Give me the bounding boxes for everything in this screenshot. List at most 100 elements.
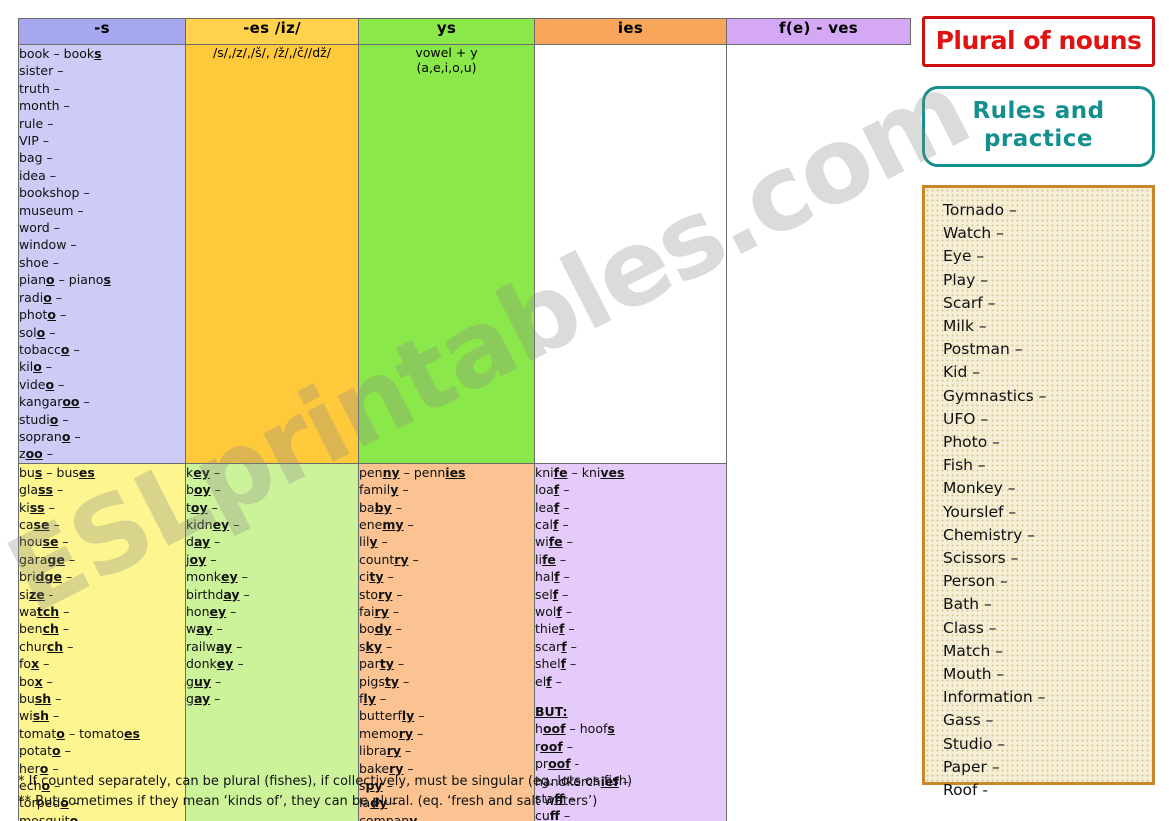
word-item: party –: [359, 656, 405, 672]
word-item: kangaroo –: [19, 394, 90, 410]
word-item: zoo –: [19, 446, 53, 462]
column-body-es: bus – buses glass – kiss – case – house – gar…: [18, 462, 186, 821]
word-item: window –: [19, 237, 77, 253]
word-item: memory –: [359, 725, 424, 741]
word-item: lily –: [359, 534, 388, 550]
word-item: city –: [359, 569, 394, 585]
column-body-ys: key – boy – toy – kidney – day – joy – monkey …: [185, 462, 359, 821]
word-item: house –: [19, 534, 69, 550]
exercise-item[interactable]: Tornado –: [943, 199, 1146, 222]
column-header-ies: ies: [534, 18, 727, 45]
word-item: kilo –: [19, 359, 53, 375]
exercise-item[interactable]: Paper –: [943, 756, 1146, 779]
word-item: pigsty –: [359, 673, 410, 689]
word-item: company –: [359, 812, 428, 821]
word-item: roof –: [535, 738, 573, 754]
sidebar: Plural of nouns Rules and practice Tornad…: [922, 16, 1155, 799]
exercise-item[interactable]: Monkey –: [943, 477, 1146, 500]
exercise-item[interactable]: Yourslef –: [943, 501, 1146, 524]
word-item: enemy –: [359, 516, 414, 532]
word-item: case –: [19, 516, 60, 532]
word-item: word –: [19, 220, 60, 236]
exercise-item[interactable]: Gass –: [943, 709, 1146, 732]
word-item: hoof – hoofs: [535, 721, 615, 737]
exercise-item[interactable]: Studio –: [943, 733, 1146, 756]
exercise-item[interactable]: Scissors –: [943, 547, 1146, 570]
word-item: half –: [535, 569, 570, 585]
exercise-item[interactable]: Information –: [943, 686, 1146, 709]
word-item: box –: [19, 673, 53, 689]
exercise-item[interactable]: Watch –: [943, 222, 1146, 245]
word-item: railway –: [186, 638, 243, 654]
exercise-list: Tornado – Watch – Eye – Play – Scarf – Milk –…: [943, 199, 1146, 802]
column-subheader-es: /s/,/z/,/š/, /ž/,/č//dž/: [185, 44, 359, 464]
footnote-double-star: ** But sometimes if they mean ‘kinds of’…: [18, 794, 598, 809]
word-item: wife –: [535, 534, 573, 550]
column-body-s: book – books sister – truth – month – rule –…: [18, 44, 186, 464]
word-item: mosquito –: [19, 812, 89, 821]
exercise-item[interactable]: Milk –: [943, 315, 1146, 338]
column-header-s: -s: [18, 18, 186, 45]
word-item: sky –: [359, 638, 393, 654]
subtitle-box: Rules and practice: [922, 86, 1155, 167]
word-item: elf –: [535, 673, 562, 689]
word-item: video –: [19, 376, 65, 392]
word-item: family –: [359, 482, 409, 498]
word-item: butterfly –: [359, 708, 425, 724]
page-title: Plural of nouns: [935, 26, 1142, 55]
table-body-row: bus – buses glass – kiss – case – house – gar…: [18, 462, 911, 821]
exercise-item[interactable]: Eye –: [943, 245, 1146, 268]
word-item: library –: [359, 743, 412, 759]
word-item: kiss –: [19, 499, 55, 515]
word-item: fairy –: [359, 604, 400, 619]
word-item: guy –: [186, 673, 222, 689]
word-item: potato –: [19, 743, 71, 759]
word-item: donkey –: [186, 656, 244, 672]
word-item: church –: [19, 638, 74, 654]
exercise-item[interactable]: Class –: [943, 617, 1146, 640]
column-body-ves: knife – knives loaf – leaf – calf – wife – li…: [534, 462, 727, 821]
word-item: VIP –: [19, 133, 49, 149]
word-item: way –: [186, 621, 223, 637]
word-item: gay –: [186, 691, 221, 707]
exercise-item[interactable]: UFO –: [943, 408, 1146, 431]
table-subheader-row: book – books sister – truth – month – rule –…: [18, 44, 911, 464]
exercise-item[interactable]: Match –: [943, 640, 1146, 663]
word-item: joy –: [186, 551, 217, 567]
footnote-single-star: * If counted separately, can be plural (…: [18, 774, 633, 789]
word-item: bookshop –: [19, 185, 90, 201]
word-item: body –: [359, 621, 402, 637]
word-item: tobacco –: [19, 341, 80, 357]
exercise-item[interactable]: Chemistry –: [943, 524, 1146, 547]
word-item: studio –: [19, 411, 69, 427]
word-item: key –: [186, 464, 221, 480]
exercise-item[interactable]: Gymnastics –: [943, 385, 1146, 408]
subtitle-line: Rules and: [972, 98, 1105, 124]
word-item: bench –: [19, 621, 70, 637]
word-item: self –: [535, 586, 569, 602]
exercise-item[interactable]: Mouth –: [943, 663, 1146, 686]
exercise-item[interactable]: Postman –: [943, 338, 1146, 361]
word-item: country –: [359, 551, 419, 567]
title-box: Plural of nouns: [922, 16, 1155, 67]
word-item: glass –: [19, 482, 64, 498]
exercise-item[interactable]: Kid –: [943, 361, 1146, 384]
word-item: bus – buses: [19, 464, 95, 480]
word-item: museum –: [19, 202, 84, 218]
exercise-item[interactable]: Photo –: [943, 431, 1146, 454]
exercise-item[interactable]: Roof -: [943, 779, 1146, 802]
word-item: fox –: [19, 656, 50, 672]
exercise-item[interactable]: Scarf –: [943, 292, 1146, 315]
word-item: toy –: [186, 499, 218, 515]
exercise-item[interactable]: Person –: [943, 570, 1146, 593]
word-item: BUT:: [535, 704, 568, 720]
footnotes: * If counted separately, can be plural (…: [18, 772, 818, 812]
exercise-item[interactable]: Bath –: [943, 593, 1146, 616]
exercise-item[interactable]: Fish –: [943, 454, 1146, 477]
word-item: soprano –: [19, 428, 81, 444]
word-item: fly –: [359, 691, 387, 707]
word-item: photo –: [19, 307, 67, 323]
plural-rules-table: -s -es /iz/ys ies f(e) - ves book – books si…: [18, 18, 911, 821]
word-item: calf –: [535, 516, 569, 532]
exercise-item[interactable]: Play –: [943, 269, 1146, 292]
